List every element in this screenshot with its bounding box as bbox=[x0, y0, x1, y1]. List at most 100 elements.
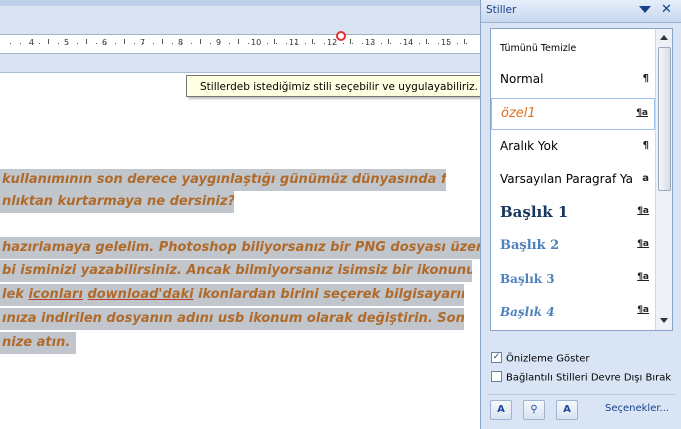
panel-header: Stiller ✕ bbox=[481, 0, 681, 23]
ruler-dot bbox=[466, 43, 467, 44]
style-inspector-button[interactable]: ⚲ bbox=[523, 400, 545, 420]
document-line[interactable]: hazırlamaya gelelim. Photoshop biliyorsa… bbox=[0, 237, 482, 259]
ruler-dot bbox=[29, 43, 30, 44]
style-inspector-icon: ⚲ bbox=[530, 404, 538, 415]
document-line[interactable]: lek iconları download'daki ikonlardan bi… bbox=[0, 284, 464, 306]
ruler-dot bbox=[38, 43, 40, 44]
style-list-scrollbar[interactable] bbox=[655, 29, 672, 330]
panel-title: Stiller bbox=[486, 4, 517, 16]
style-item-no-spacing[interactable]: Aralık Yok ¶ bbox=[491, 131, 655, 163]
ruler-dot bbox=[333, 43, 334, 44]
scroll-thumb[interactable] bbox=[658, 47, 671, 191]
ruler-dot bbox=[19, 43, 21, 44]
style-item-default-paragraph[interactable]: Varsayılan Paragraf Ya a bbox=[491, 164, 655, 196]
style-item-heading-2[interactable]: Başlık 2 ¶a bbox=[491, 230, 655, 262]
style-item-label: Aralık Yok bbox=[500, 139, 558, 153]
ruler-tick bbox=[200, 39, 201, 44]
styles-panel: Stiller ✕ Tümünü Temizle Normal ¶ özel1 … bbox=[480, 0, 681, 429]
ruler-dot bbox=[276, 43, 277, 44]
horizontal-ruler[interactable]: 4 5 6 7 8 9 10 11 12 13 14 15 bbox=[0, 34, 480, 54]
paragraph-mark-icon: ¶ bbox=[642, 73, 649, 84]
document-line[interactable]: nlıktan kurtarmaya ne dersiniz? bbox=[0, 191, 234, 213]
manage-styles-icon: A bbox=[563, 404, 571, 415]
disable-linked-styles-checkbox[interactable] bbox=[491, 371, 502, 382]
ruler-tick bbox=[274, 39, 275, 44]
document-line[interactable]: ınıza indirilen dosyanın adını usb ikonu… bbox=[0, 308, 464, 330]
ruler-dot bbox=[57, 43, 59, 44]
scroll-up-arrow-icon[interactable] bbox=[660, 35, 668, 40]
new-style-button[interactable]: A bbox=[490, 400, 512, 420]
ruler-dot bbox=[133, 43, 135, 44]
ruler-dot bbox=[247, 43, 249, 44]
ruler-tick bbox=[162, 39, 163, 44]
linked-style-icon: ¶a bbox=[637, 305, 649, 315]
style-item-label: Başlık 2 bbox=[500, 238, 560, 253]
document-line[interactable]: bi isminizi yazabilirsiniz. Ancak bilmiy… bbox=[0, 260, 472, 282]
line-text: lek bbox=[2, 287, 29, 302]
ruler-dot bbox=[266, 43, 268, 44]
document-line[interactable]: kullanımının son derece yaygınlaştığı gü… bbox=[0, 169, 446, 191]
ruler-dot bbox=[67, 43, 68, 44]
style-item-clear-all[interactable]: Tümünü Temizle bbox=[491, 31, 655, 63]
ruler-tick bbox=[388, 39, 389, 44]
ruler-dot bbox=[10, 43, 11, 44]
ruler-dot bbox=[380, 43, 382, 44]
ruler-tick bbox=[312, 39, 313, 44]
manage-styles-button[interactable]: A bbox=[556, 400, 578, 420]
options-link[interactable]: Seçenekler... bbox=[605, 403, 669, 414]
ruler-dot bbox=[456, 43, 458, 44]
ruler-dot bbox=[295, 43, 296, 44]
ruler-dot bbox=[352, 43, 353, 44]
document-line[interactable]: nize atın. bbox=[0, 332, 76, 354]
ruler-dot bbox=[105, 43, 106, 44]
ruler-dot bbox=[418, 43, 420, 44]
ruler-dot bbox=[228, 43, 230, 44]
style-item-ozel1[interactable]: özel1 ¶a bbox=[491, 98, 655, 130]
ruler-dot bbox=[209, 43, 211, 44]
show-preview-label: Önizleme Göster bbox=[506, 353, 590, 365]
ruler-dot bbox=[323, 43, 325, 44]
style-item-heading-3[interactable]: Başlık 3 ¶a bbox=[491, 263, 655, 295]
document-page[interactable]: kullanımının son derece yaygınlaştığı gü… bbox=[0, 73, 482, 429]
show-preview-option[interactable]: ✓ Önizleme Göster bbox=[491, 352, 590, 365]
linked-style-icon: ¶a bbox=[637, 272, 649, 282]
style-item-label: Tümünü Temizle bbox=[500, 43, 577, 54]
style-item-label: Başlık 3 bbox=[500, 272, 555, 286]
ruler-dot bbox=[285, 43, 287, 44]
ribbon-strip bbox=[0, 0, 480, 6]
ruler-dot bbox=[304, 43, 306, 44]
close-icon[interactable]: ✕ bbox=[661, 2, 672, 17]
ruler-dot bbox=[314, 43, 315, 44]
ruler-dot bbox=[171, 43, 173, 44]
ruler-tick bbox=[86, 39, 87, 44]
ruler-tick bbox=[124, 39, 125, 44]
style-item-label: özel1 bbox=[501, 106, 536, 121]
disable-linked-styles-label: Bağlantılı Stilleri Devre Dışı Bırak bbox=[506, 372, 672, 384]
ruler-dot bbox=[143, 43, 144, 44]
indent-marker[interactable] bbox=[336, 31, 346, 41]
ruler-dot bbox=[428, 43, 429, 44]
ruler-tick bbox=[48, 39, 49, 44]
ruler-dot bbox=[342, 43, 344, 44]
panel-menu-dropdown-icon[interactable] bbox=[639, 6, 651, 13]
ruler-dot bbox=[76, 43, 78, 44]
disable-linked-styles-option[interactable]: Bağlantılı Stilleri Devre Dışı Bırak bbox=[491, 371, 672, 384]
style-item-heading-4[interactable]: Başlık 4 ¶a bbox=[491, 296, 655, 328]
style-item-normal[interactable]: Normal ¶ bbox=[491, 64, 655, 96]
linked-style-icon: ¶a bbox=[637, 239, 649, 249]
linked-style-icon: ¶a bbox=[636, 108, 648, 118]
style-item-heading-1[interactable]: Başlık 1 ¶a bbox=[491, 197, 655, 229]
ruler-tick bbox=[426, 39, 427, 44]
character-style-icon: a bbox=[642, 173, 649, 184]
scroll-down-arrow-icon[interactable] bbox=[660, 318, 668, 323]
misspelled-word[interactable]: iconları bbox=[28, 287, 82, 302]
misspelled-word[interactable]: download'daki bbox=[87, 287, 193, 302]
ruler-dot bbox=[190, 43, 192, 44]
style-item-label: Başlık 1 bbox=[500, 203, 569, 221]
ruler-dot bbox=[409, 43, 410, 44]
panel-divider bbox=[487, 394, 676, 395]
show-preview-checkbox[interactable]: ✓ bbox=[491, 352, 502, 363]
ruler-dot bbox=[114, 43, 116, 44]
ruler-dot bbox=[95, 43, 97, 44]
ruler-dot bbox=[152, 43, 154, 44]
